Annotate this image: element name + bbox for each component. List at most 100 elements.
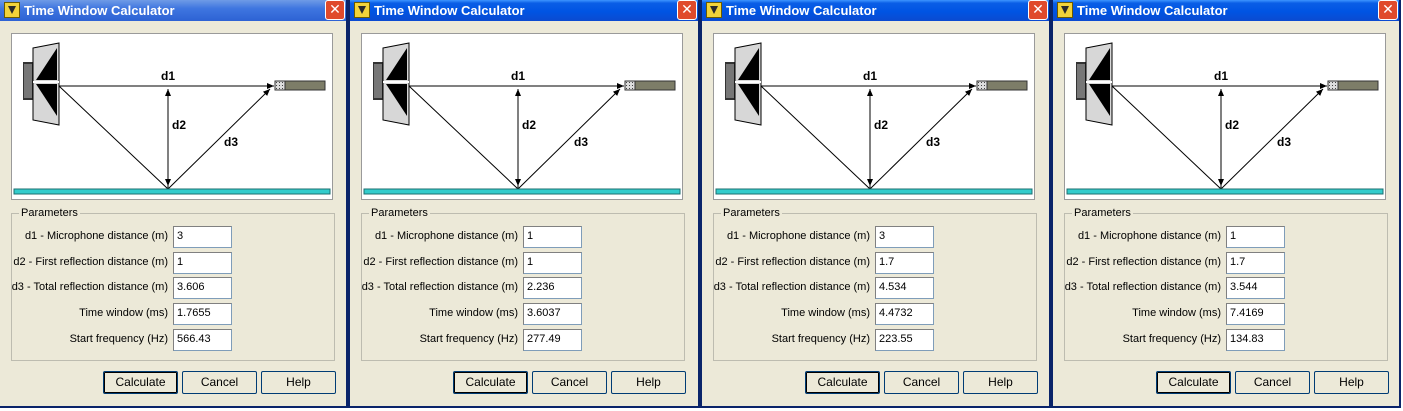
close-button[interactable]: ✕ xyxy=(1378,0,1398,20)
speaker-icon xyxy=(1076,42,1113,126)
microphone-icon xyxy=(976,80,1028,91)
parameters-legend: Parameters xyxy=(19,207,80,219)
help-button[interactable]: Help xyxy=(963,371,1038,394)
parameters-group: Parameters d1 - Microphone distance (m) … xyxy=(11,207,335,361)
time-window-calculator-window: Time Window Calculator ✕ d1 d2 d3 Parame… xyxy=(348,0,700,408)
close-icon: ✕ xyxy=(681,1,693,17)
param-row-d1: d1 - Microphone distance (m) 3 xyxy=(714,226,1036,248)
cancel-button[interactable]: Cancel xyxy=(182,371,257,394)
reflection-diagram: d1 d2 d3 xyxy=(713,33,1035,200)
help-button[interactable]: Help xyxy=(611,371,686,394)
reflection-diagram: d1 d2 d3 xyxy=(361,33,683,200)
d2-label: d2 - First reflection distance (m) xyxy=(715,256,870,268)
param-row-start-frequency: Start frequency (Hz) 223.55 xyxy=(714,329,1036,351)
window-title: Time Window Calculator xyxy=(1077,3,1228,18)
calculate-button[interactable]: Calculate xyxy=(1156,371,1231,394)
d2-field[interactable]: 1 xyxy=(523,252,582,274)
d3-field[interactable]: 3.544 xyxy=(1226,277,1285,299)
help-button[interactable]: Help xyxy=(1314,371,1389,394)
parameters-group: Parameters d1 - Microphone distance (m) … xyxy=(361,207,685,361)
title-bar[interactable]: Time Window Calculator ✕ xyxy=(702,0,1049,21)
start-frequency-field[interactable]: 223.55 xyxy=(875,329,934,351)
time-window-calculator-window: Time Window Calculator ✕ d1 d2 d3 Parame… xyxy=(0,0,348,408)
title-bar[interactable]: Time Window Calculator ✕ xyxy=(350,0,698,21)
microphone-icon xyxy=(1327,80,1379,91)
param-row-time-window: Time window (ms) 1.7655 xyxy=(12,303,334,325)
d1-field[interactable]: 1 xyxy=(1226,226,1285,248)
param-row-d1: d1 - Microphone distance (m) 3 xyxy=(12,226,334,248)
time-window-calculator-window: Time Window Calculator ✕ d1 d2 d3 Parame… xyxy=(1051,0,1401,408)
close-icon: ✕ xyxy=(1382,1,1394,17)
floor-surface xyxy=(715,188,1033,195)
calculate-button[interactable]: Calculate xyxy=(805,371,880,394)
d1-label: d1 - Microphone distance (m) xyxy=(374,230,518,242)
start-frequency-field[interactable]: 566.43 xyxy=(173,329,232,351)
reflection-diagram: d1 d2 d3 xyxy=(1064,33,1386,200)
time-window-field[interactable]: 7.4169 xyxy=(1226,303,1285,325)
title-bar[interactable]: Time Window Calculator ✕ xyxy=(1053,0,1399,21)
param-row-d3: d3 - Total reflection distance (m) 3.606 xyxy=(12,277,334,299)
param-row-d3: d3 - Total reflection distance (m) 3.544 xyxy=(1065,277,1387,299)
start-frequency-field[interactable]: 277.49 xyxy=(523,329,582,351)
d1-label: d1 xyxy=(511,69,526,83)
d3-label: d3 - Total reflection distance (m) xyxy=(11,281,168,293)
cancel-button[interactable]: Cancel xyxy=(532,371,607,394)
d2-label: d2 xyxy=(874,118,889,132)
param-row-d2: d2 - First reflection distance (m) 1 xyxy=(362,252,684,274)
window-title: Time Window Calculator xyxy=(726,3,877,18)
d3-field[interactable]: 3.606 xyxy=(173,277,232,299)
d2-field[interactable]: 1.7 xyxy=(1226,252,1285,274)
microphone-icon xyxy=(624,80,676,91)
time-window-field[interactable]: 4.4732 xyxy=(875,303,934,325)
d2-label: d2 xyxy=(172,118,187,132)
window-title: Time Window Calculator xyxy=(24,3,175,18)
close-icon: ✕ xyxy=(329,1,341,17)
d1-label: d1 xyxy=(161,69,176,83)
close-button[interactable]: ✕ xyxy=(325,0,345,20)
close-button[interactable]: ✕ xyxy=(1028,0,1048,20)
start-frequency-label: Start frequency (Hz) xyxy=(419,333,518,345)
parameters-legend: Parameters xyxy=(721,207,782,219)
d2-label: d2 xyxy=(522,118,537,132)
calculate-button[interactable]: Calculate xyxy=(103,371,178,394)
app-icon[interactable] xyxy=(354,2,370,18)
calculate-button[interactable]: Calculate xyxy=(453,371,528,394)
floor-surface xyxy=(13,188,331,195)
cancel-button[interactable]: Cancel xyxy=(884,371,959,394)
app-icon[interactable] xyxy=(4,2,20,18)
cancel-button[interactable]: Cancel xyxy=(1235,371,1310,394)
time-window-calculator-window: Time Window Calculator ✕ d1 d2 d3 Parame… xyxy=(700,0,1051,408)
start-frequency-label: Start frequency (Hz) xyxy=(771,333,870,345)
d3-field[interactable]: 2.236 xyxy=(523,277,582,299)
time-window-field[interactable]: 3.6037 xyxy=(523,303,582,325)
d3-label: d3 - Total reflection distance (m) xyxy=(1064,281,1221,293)
close-icon: ✕ xyxy=(1032,1,1044,17)
parameters-group: Parameters d1 - Microphone distance (m) … xyxy=(713,207,1037,361)
reflection-diagram: d1 d2 d3 xyxy=(11,33,333,200)
param-row-d3: d3 - Total reflection distance (m) 4.534 xyxy=(714,277,1036,299)
d3-field[interactable]: 4.534 xyxy=(875,277,934,299)
d3-label: d3 xyxy=(574,135,589,149)
title-bar[interactable]: Time Window Calculator ✕ xyxy=(0,0,346,21)
d2-label: d2 - First reflection distance (m) xyxy=(13,256,168,268)
d3-label: d3 xyxy=(224,135,239,149)
d1-field[interactable]: 3 xyxy=(173,226,232,248)
start-frequency-field[interactable]: 134.83 xyxy=(1226,329,1285,351)
d2-field[interactable]: 1 xyxy=(173,252,232,274)
d1-label: d1 - Microphone distance (m) xyxy=(24,230,168,242)
time-window-field[interactable]: 1.7655 xyxy=(173,303,232,325)
d2-field[interactable]: 1.7 xyxy=(875,252,934,274)
d1-label: d1 xyxy=(863,69,878,83)
param-row-d1: d1 - Microphone distance (m) 1 xyxy=(1065,226,1387,248)
close-button[interactable]: ✕ xyxy=(677,0,697,20)
d1-field[interactable]: 1 xyxy=(523,226,582,248)
param-row-time-window: Time window (ms) 4.4732 xyxy=(714,303,1036,325)
d1-field[interactable]: 3 xyxy=(875,226,934,248)
d3-label: d3 - Total reflection distance (m) xyxy=(713,281,870,293)
speaker-icon xyxy=(23,42,60,126)
app-icon[interactable] xyxy=(1057,2,1073,18)
time-window-label: Time window (ms) xyxy=(79,307,168,319)
floor-surface xyxy=(1066,188,1384,195)
help-button[interactable]: Help xyxy=(261,371,336,394)
app-icon[interactable] xyxy=(706,2,722,18)
